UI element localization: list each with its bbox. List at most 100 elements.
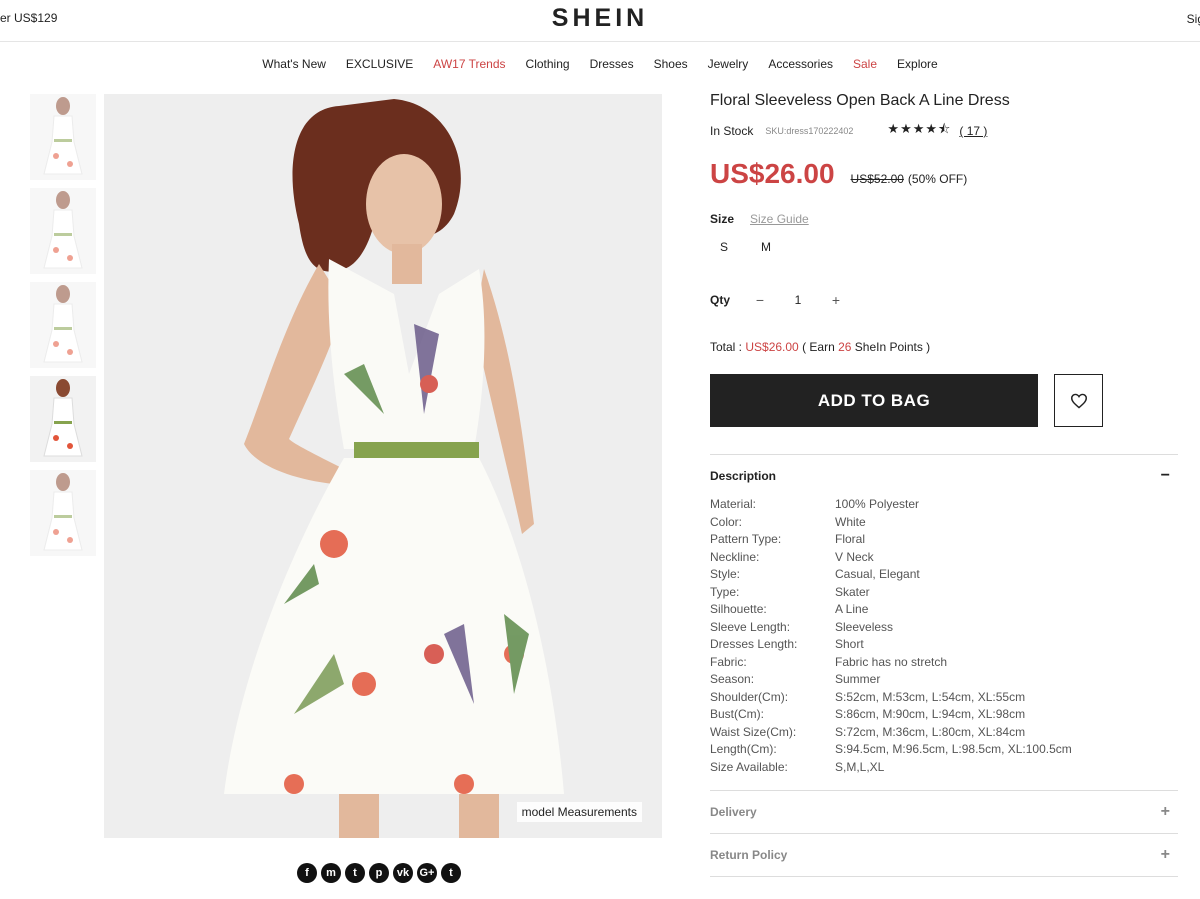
price-row: US$26.00 US$52.00 (50% OFF)	[710, 158, 1178, 190]
rating-stars: ★★★★⯪	[887, 121, 952, 136]
size-row: Size Size Guide	[710, 212, 1178, 226]
share-icons: f m t p vk G+ t	[297, 863, 461, 883]
description-row: Fabric: Fabric has no stretch	[710, 655, 1178, 673]
total-prefix: Total :	[710, 340, 746, 354]
divider	[710, 876, 1178, 877]
size-guide-link[interactable]: Size Guide	[750, 212, 809, 226]
attribute-key: Dresses Length:	[710, 637, 798, 651]
qty-increase-button[interactable]: +	[830, 292, 842, 308]
main-product-image[interactable]: model Measurements	[104, 94, 662, 838]
main-nav: What's New EXCLUSIVE AW17 Trends Clothing Dr…	[0, 57, 1200, 71]
thumbnail-4[interactable]	[30, 376, 96, 462]
attribute-value: Sleeveless	[835, 619, 894, 634]
original-price: US$52.00	[850, 172, 904, 186]
delivery-header[interactable]: Delivery +	[710, 791, 1178, 833]
thumbnail-1[interactable]	[30, 94, 96, 180]
attribute-value: S,M,L,XL	[835, 759, 885, 774]
product-photo	[104, 94, 662, 838]
sku-label: SKU:dress170222402	[765, 126, 854, 136]
delivery-title: Delivery	[710, 805, 757, 819]
attribute-value: Fabric has no stretch	[835, 654, 948, 669]
attribute-value: Summer	[835, 672, 881, 686]
points-value: 26	[838, 340, 852, 354]
size-options: S M	[710, 240, 1178, 254]
return-policy-title: Return Policy	[710, 848, 788, 862]
messenger-icon[interactable]: m	[321, 863, 341, 883]
description-header[interactable]: Description −	[710, 455, 1178, 497]
expand-icon[interactable]: +	[1161, 803, 1170, 821]
attribute-value: S:94.5cm, M:96.5cm, L:98.5cm, XL:100.5cm	[835, 742, 1072, 756]
description-title: Description	[710, 469, 777, 483]
thumbnail-2[interactable]	[30, 188, 96, 274]
description-row: Sleeve Length: Sleeveless	[710, 620, 1178, 638]
attribute-key: Type:	[710, 584, 740, 599]
attribute-key: Pattern Type:	[710, 532, 782, 546]
size-option-m[interactable]: M	[750, 240, 782, 254]
attribute-key: Neckline:	[710, 549, 760, 564]
qty-value[interactable]: 1	[766, 293, 830, 307]
collapse-icon[interactable]: −	[1161, 467, 1170, 485]
attribute-key: Length(Cm):	[710, 742, 777, 756]
nav-item-accessories[interactable]: Accessories	[768, 57, 833, 71]
expand-icon[interactable]: +	[1161, 846, 1170, 864]
attribute-value: S:52cm, M:53cm, L:54cm, XL:55cm	[835, 689, 1026, 704]
size-label: Size	[710, 212, 735, 226]
twitter-icon[interactable]: t	[345, 863, 365, 883]
nav-item-exclusive[interactable]: EXCLUSIVE	[346, 57, 413, 71]
discount-label: (50% OFF)	[907, 172, 968, 186]
thumbnail-3[interactable]	[30, 282, 96, 368]
description-row: Length(Cm): S:94.5cm, M:96.5cm, L:98.5cm,…	[710, 742, 1178, 760]
description-row: Type: Skater	[710, 585, 1178, 603]
review-count-link[interactable]: ( 17 )	[959, 124, 987, 138]
description-row: Bust(Cm): S:86cm, M:90cm, L:94cm, XL:98cm	[710, 707, 1178, 725]
quantity-row: Qty − 1 +	[710, 292, 1178, 308]
nav-item-aw17-trends[interactable]: AW17 Trends	[433, 57, 505, 71]
thumbnail-strip	[30, 94, 96, 564]
attribute-key: Shoulder(Cm):	[710, 689, 789, 704]
return-policy-header[interactable]: Return Policy +	[710, 834, 1178, 876]
description-row: Shoulder(Cm): S:52cm, M:53cm, L:54cm, XL:…	[710, 690, 1178, 708]
wishlist-button[interactable]	[1054, 374, 1103, 427]
description-row: Color: White	[710, 515, 1178, 533]
vk-icon[interactable]: vk	[393, 863, 413, 883]
pinterest-icon[interactable]: p	[369, 863, 389, 883]
nav-item-dresses[interactable]: Dresses	[590, 57, 634, 71]
nav-item-what-s-new[interactable]: What's New	[262, 57, 326, 71]
attribute-value: S:86cm, M:90cm, L:94cm, XL:98cm	[835, 707, 1026, 721]
attribute-value: Short	[835, 637, 864, 651]
attribute-key: Color:	[710, 514, 743, 529]
attribute-key: Size Available:	[710, 759, 788, 774]
description-row: Dresses Length: Short	[710, 637, 1178, 655]
tumblr-icon[interactable]: t	[441, 863, 461, 883]
top-bar: ver US$129 SHEIN Sig	[0, 0, 1200, 42]
signin-link[interactable]: Sig	[1187, 12, 1200, 26]
nav-item-jewelry[interactable]: Jewelry	[708, 57, 749, 71]
stock-row: In Stock SKU:dress170222402 ★★★★⯪ ( 17 )	[710, 120, 1178, 142]
description-row: Style: Casual, Elegant	[710, 567, 1178, 585]
attribute-key: Silhouette:	[710, 602, 767, 616]
attribute-key: Style:	[710, 567, 741, 581]
nav-item-clothing[interactable]: Clothing	[526, 57, 570, 71]
qty-label: Qty	[710, 293, 731, 307]
attribute-value: Casual, Elegant	[835, 567, 920, 581]
button-row: ADD TO BAG	[710, 374, 1178, 427]
product-info: Floral Sleeveless Open Back A Line Dress…	[710, 92, 1178, 877]
nav-item-explore[interactable]: Explore	[897, 57, 938, 71]
facebook-icon[interactable]: f	[297, 863, 317, 883]
shein-logo[interactable]: SHEIN	[0, 4, 1200, 33]
size-option-s[interactable]: S	[708, 240, 740, 254]
description-row: Silhouette: A Line	[710, 602, 1178, 620]
sale-price: US$26.00	[710, 158, 835, 189]
attribute-value: S:72cm, M:36cm, L:80cm, XL:84cm	[835, 724, 1026, 739]
total-row: Total : US$26.00 ( Earn 26 SheIn Points …	[710, 340, 1178, 354]
attribute-value: V Neck	[835, 549, 874, 564]
heart-icon	[1070, 393, 1087, 409]
qty-decrease-button[interactable]: −	[754, 292, 766, 308]
model-measurements-button[interactable]: model Measurements	[516, 802, 642, 822]
thumbnail-5[interactable]	[30, 470, 96, 556]
total-suffix: SheIn Points )	[851, 340, 931, 354]
google-plus-icon[interactable]: G+	[417, 863, 437, 883]
add-to-bag-button[interactable]: ADD TO BAG	[710, 374, 1038, 427]
nav-item-shoes[interactable]: Shoes	[654, 57, 688, 71]
nav-item-sale[interactable]: Sale	[853, 57, 877, 71]
